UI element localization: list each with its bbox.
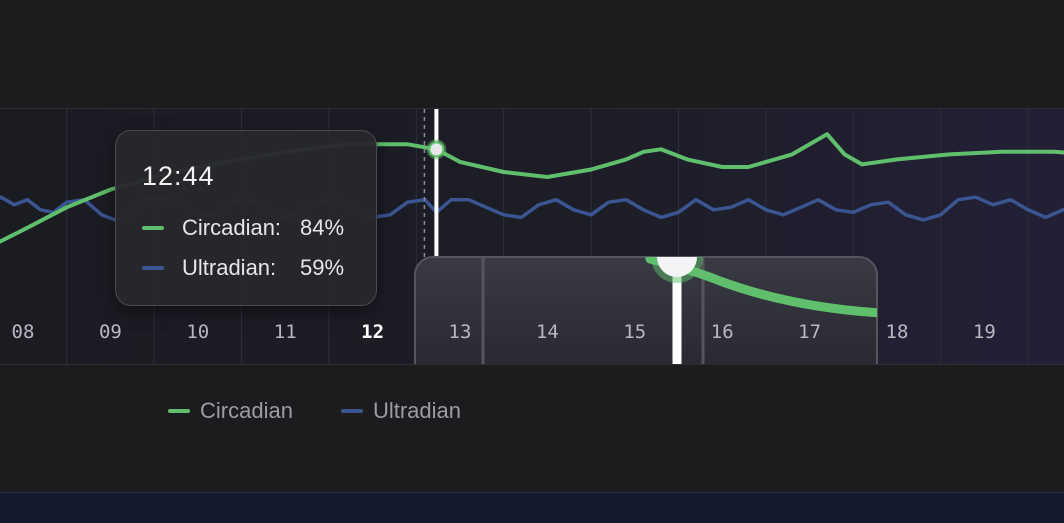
legend-item-ultradian[interactable]: Ultradian (340, 398, 461, 424)
hour-tick-label: 12 (361, 321, 384, 343)
footer-bar (0, 492, 1064, 523)
chart-legend: Circadian Ultradian (168, 398, 509, 424)
magnifier-tick-label: 14 (536, 321, 559, 343)
ultradian-swatch (142, 266, 164, 270)
legend-circadian-swatch (168, 409, 190, 413)
tooltip-circadian-value: 84% (300, 215, 345, 240)
tooltip-row-circadian: Circadian: 84% (142, 215, 344, 241)
magnifier-tick-label: 15 (623, 321, 646, 343)
magnifier-panel[interactable]: 13 14 15 16 17 (414, 231, 880, 364)
hour-tick-label: 08 (12, 321, 35, 343)
legend-item-circadian[interactable]: Circadian (168, 398, 293, 424)
hour-tick-label: 11 (274, 321, 297, 343)
magnifier-tick-label: 17 (798, 321, 821, 343)
hour-tick-label: 19 (973, 321, 996, 343)
hour-tick-label: 10 (186, 321, 209, 343)
hour-tick-label: 18 (886, 321, 909, 343)
magnifier-tick-label: 16 (711, 321, 734, 343)
tooltip-circadian-label: Circadian: (182, 215, 282, 240)
legend-ultradian-swatch (340, 409, 363, 413)
cursor-point (428, 141, 445, 158)
legend-circadian-label: Circadian (200, 398, 293, 423)
magnifier-cursor-point (657, 257, 697, 277)
tooltip-ultradian-value: 59% (300, 255, 345, 280)
hour-tick-label: 09 (99, 321, 122, 343)
circadian-swatch (142, 226, 164, 230)
legend-ultradian-label: Ultradian (372, 398, 461, 423)
chart-tooltip: 12:44 Circadian: 84% Ultradian: 59% (115, 130, 377, 306)
magnifier-tick-label: 13 (449, 321, 472, 343)
header-area (0, 0, 1064, 108)
tooltip-row-ultradian: Ultradian: 59% (142, 255, 344, 281)
tooltip-ultradian-label: Ultradian: (182, 255, 277, 280)
tooltip-time: 12:44 (142, 161, 215, 191)
